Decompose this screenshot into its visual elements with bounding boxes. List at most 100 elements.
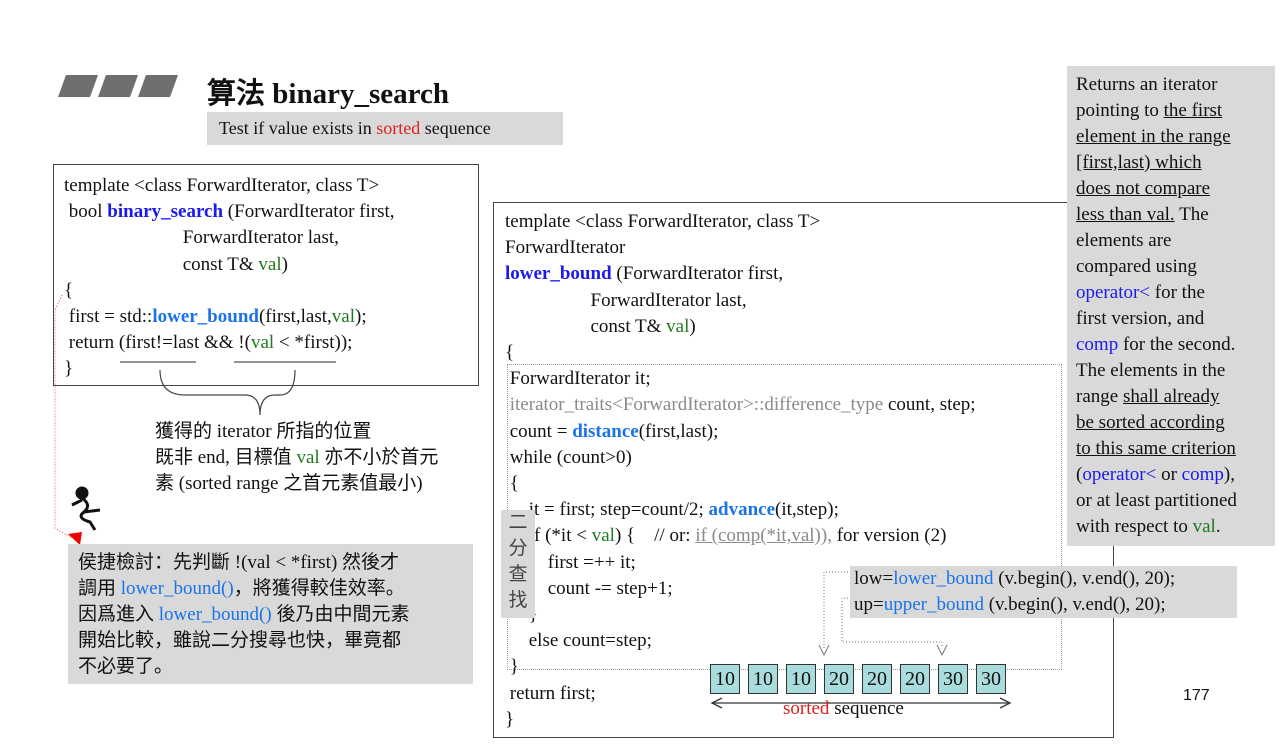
- text-segment: return first;: [505, 682, 596, 704]
- text-segment: 不必要了。: [78, 656, 174, 677]
- sequence-cell: 20: [862, 664, 892, 694]
- text-line: {: [505, 340, 1113, 366]
- text-segment: the first: [1163, 100, 1223, 121]
- sequence-cell: 20: [900, 664, 930, 694]
- text-segment: ),: [1223, 464, 1235, 485]
- text-line: up=upper_bound (v.begin(), v.end(), 20);: [854, 592, 1237, 618]
- text-segment: be sorted according: [1076, 412, 1225, 433]
- text-segment: val: [666, 315, 690, 337]
- page-number: 177: [1183, 687, 1210, 704]
- text-line: comp for the second.: [1076, 332, 1275, 358]
- text-segment: Returns an iterator: [1076, 74, 1218, 95]
- text-segment: upper_bound: [883, 594, 984, 615]
- text-segment: low=: [854, 568, 894, 589]
- text-line: 調用 lower_bound()，將獲得較佳效率。: [78, 576, 473, 602]
- text-line: elements are: [1076, 228, 1275, 254]
- text-segment: first version, and: [1076, 308, 1205, 329]
- text-line: low=lower_bound (v.begin(), v.end(), 20)…: [854, 566, 1237, 592]
- text-line: 因爲進入 lower_bound() 後乃由中間元素: [78, 602, 473, 628]
- text-line: pointing to the first: [1076, 98, 1275, 124]
- text-segment: for the: [1150, 282, 1205, 303]
- text-segment: [first,last) which: [1076, 152, 1202, 173]
- text-segment: or at least partitioned: [1076, 490, 1237, 511]
- text-segment: 開始比較，雖說二分搜尋也快，畢竟都: [78, 630, 402, 651]
- text-segment: does not compare: [1076, 178, 1211, 199]
- sequence-cell: 10: [748, 664, 778, 694]
- text-segment: val: [1192, 516, 1216, 537]
- text-segment: ，將獲得較佳效率。: [233, 578, 405, 599]
- text-segment: lower_bound(): [158, 604, 272, 625]
- text-line: The elements in the: [1076, 358, 1275, 384]
- text-segment: ): [689, 315, 696, 337]
- text-segment: for the second.: [1118, 334, 1236, 355]
- text-segment: operator<: [1076, 282, 1151, 303]
- bug-figure-icon: [71, 486, 101, 531]
- text-segment: .: [1215, 516, 1221, 537]
- text-segment: compared using: [1076, 256, 1197, 277]
- text-segment: (v.begin(), v.end(), 20);: [983, 594, 1166, 615]
- binary-search-label: 二 分 查 找: [501, 510, 535, 618]
- text-line: range shall already: [1076, 384, 1275, 410]
- text-segment: ForwardIterator last,: [505, 289, 747, 311]
- text-segment: range: [1076, 386, 1123, 407]
- description-box: Returns an iterator pointing to the first…: [1067, 66, 1275, 546]
- text-line: ForwardIterator: [505, 235, 1113, 261]
- text-line: less than val. The: [1076, 202, 1275, 228]
- text-segment: with respect to: [1076, 516, 1193, 537]
- text-segment: operator<: [1082, 464, 1157, 485]
- text-line: 不必要了。: [78, 654, 473, 680]
- text-line: Returns an iterator: [1076, 72, 1275, 98]
- text-segment: (ForwardIterator first,: [611, 263, 784, 285]
- text-segment: comp: [1076, 334, 1119, 355]
- text-line: template <class ForwardIterator, class T…: [505, 209, 1113, 235]
- text-segment: shall already: [1122, 386, 1220, 407]
- sequence-label: sorted sequence: [783, 698, 904, 720]
- text-segment: }: [505, 708, 515, 730]
- text-line: compared using: [1076, 254, 1275, 280]
- text-segment: 因爲進入: [78, 604, 159, 625]
- text-line: (operator< or comp),: [1076, 462, 1275, 488]
- text-line: 開始比較，雖說二分搜尋也快，畢竟都: [78, 628, 473, 654]
- sequence-cell: 10: [786, 664, 816, 694]
- text-segment: const T&: [505, 315, 667, 337]
- text-segment: lower_bound: [893, 568, 994, 589]
- text-line: or at least partitioned: [1076, 488, 1275, 514]
- brace: [159, 369, 296, 416]
- text-segment: The elements in the: [1076, 360, 1226, 381]
- text-line: lower_bound (ForwardIterator first,: [505, 261, 1113, 287]
- sequence-cell: 30: [976, 664, 1006, 694]
- text-segment: (v.begin(), v.end(), 20);: [993, 568, 1176, 589]
- author-note: 侯捷檢討：先判斷 !(val < *first) 然後才 調用 lower_bou…: [68, 544, 473, 684]
- text-segment: comp: [1181, 464, 1224, 485]
- text-line: ForwardIterator last,: [505, 288, 1113, 314]
- text-segment: 後乃由中間元素: [271, 604, 410, 625]
- text-line: const T& val): [505, 314, 1113, 340]
- text-segment: lower_bound: [505, 263, 612, 285]
- usage-example: low=lower_bound (v.begin(), v.end(), 20)…: [850, 566, 1237, 618]
- sequence-cell: 30: [938, 664, 968, 694]
- text-line: [first,last) which: [1076, 150, 1275, 176]
- text-segment: element in the range: [1076, 126, 1231, 147]
- text-line: to this same criterion: [1076, 436, 1275, 462]
- text-segment: lower_bound(): [120, 578, 234, 599]
- text-segment: sequence: [829, 698, 904, 719]
- text-segment: sorted: [783, 698, 830, 719]
- text-segment: The: [1174, 204, 1209, 225]
- text-line: 侯捷檢討：先判斷 !(val < *first) 然後才: [78, 550, 473, 576]
- text-segment: 侯捷檢討：先判斷 !(val < *first) 然後才: [78, 552, 400, 573]
- text-segment: pointing to: [1076, 100, 1164, 121]
- text-segment: or: [1156, 464, 1182, 485]
- text-line: element in the range: [1076, 124, 1275, 150]
- text-line: first version, and: [1076, 306, 1275, 332]
- loop-body-frame: [507, 364, 1062, 670]
- sequence-cell: 20: [824, 664, 854, 694]
- text-line: operator< for the: [1076, 280, 1275, 306]
- text-segment: ForwardIterator: [505, 237, 626, 259]
- sequence-cell: 10: [710, 664, 740, 694]
- text-segment: to this same criterion: [1076, 438, 1236, 459]
- text-segment: elements are: [1076, 230, 1172, 251]
- text-segment: 調用: [78, 578, 121, 599]
- text-segment: up=: [854, 594, 884, 615]
- text-segment: template <class ForwardIterator, class T…: [505, 211, 821, 232]
- text-segment: less than val.: [1076, 204, 1175, 225]
